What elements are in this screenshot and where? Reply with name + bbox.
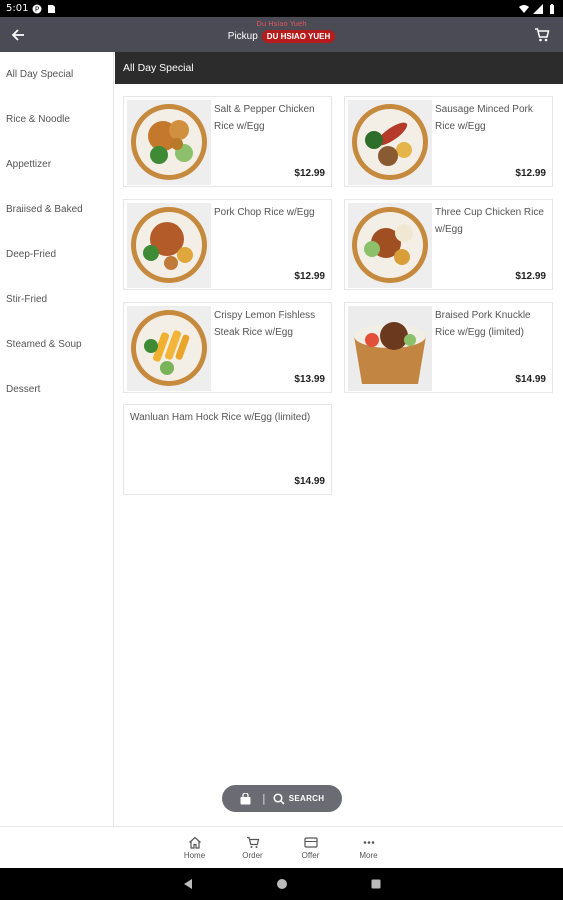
- wifi-icon: [519, 4, 529, 13]
- menu-content: All Day Special Salt & Pepper Chicken Ri…: [115, 52, 563, 826]
- search-pill: | SEARCH: [222, 785, 342, 812]
- app-notification-icon: P: [32, 4, 42, 13]
- shopping-bag-icon: [240, 792, 250, 804]
- store-name-small: Du Hsiao Yueh: [256, 20, 307, 28]
- sd-card-icon: [48, 4, 56, 13]
- cart-button[interactable]: [531, 24, 553, 46]
- sidebar-item-all-day-special[interactable]: All Day Special: [0, 52, 113, 97]
- nav-order[interactable]: Order: [236, 827, 270, 868]
- nav-more-label: More: [359, 851, 378, 860]
- item-name: Wanluan Ham Hock Rice w/Egg (limited): [130, 412, 311, 423]
- battery-icon: [550, 3, 554, 14]
- bag-button[interactable]: [236, 790, 254, 808]
- pill-separator: |: [262, 792, 266, 805]
- nav-home-label: Home: [183, 851, 206, 860]
- item-price: $13.99: [294, 374, 325, 385]
- circle-home-icon: [276, 879, 287, 889]
- signal-icon: [533, 3, 543, 14]
- item-price: $14.99: [294, 476, 325, 487]
- nav-order-label: Order: [242, 851, 263, 860]
- item-name: Sausage Minced Pork Rice w/Egg: [435, 104, 533, 132]
- search-button[interactable]: SEARCH: [273, 792, 325, 805]
- system-back-button[interactable]: [181, 877, 195, 891]
- category-sidebar: All Day Special Rice & Noodle Appettizer…: [0, 52, 114, 826]
- food-photo: [127, 306, 211, 391]
- sidebar-item-steamed-soup[interactable]: Steamed & Soup: [0, 322, 113, 367]
- sidebar-item-stir-fried[interactable]: Stir-Fried: [0, 277, 113, 322]
- triangle-back-icon: [183, 879, 192, 889]
- menu-item-card[interactable]: Three Cup Chicken Rice w/Egg $12.99: [344, 199, 553, 290]
- bottom-nav: Home Order Offer More: [0, 826, 563, 868]
- cart-icon: [535, 28, 550, 42]
- dots-icon: [363, 840, 374, 844]
- square-recents-icon: [371, 879, 380, 889]
- item-price: $14.99: [515, 374, 546, 385]
- svg-text:P: P: [35, 5, 39, 13]
- item-name: Three Cup Chicken Rice w/Egg: [435, 207, 544, 235]
- system-home-button[interactable]: [275, 877, 289, 891]
- menu-item-card[interactable]: Crispy Lemon Fishless Steak Rice w/Egg $…: [123, 302, 332, 393]
- arrow-left-icon: [11, 28, 24, 41]
- item-name: Crispy Lemon Fishless Steak Rice w/Egg: [214, 310, 316, 338]
- menu-item-card[interactable]: Sausage Minced Pork Rice w/Egg $12.99: [344, 96, 553, 187]
- food-photo: [127, 100, 211, 185]
- sidebar-item-braised-baked[interactable]: Braiised & Baked: [0, 187, 113, 232]
- search-label: SEARCH: [288, 794, 325, 803]
- ticket-icon: [303, 836, 318, 848]
- sidebar-item-dessert[interactable]: Dessert: [0, 367, 113, 412]
- menu-item-card[interactable]: Salt & Pepper Chicken Rice w/Egg $12.99: [123, 96, 332, 187]
- item-price: $12.99: [515, 271, 546, 282]
- sidebar-item-rice-noodle[interactable]: Rice & Noodle: [0, 97, 113, 142]
- app-bar: Du Hsiao Yueh Pickup DU HSIAO YUEH: [0, 17, 563, 52]
- back-button[interactable]: [0, 17, 36, 52]
- item-name: Salt & Pepper Chicken Rice w/Egg: [214, 104, 315, 132]
- food-photo: [127, 203, 211, 288]
- nav-more[interactable]: More: [352, 827, 386, 868]
- magnifier-icon: [273, 792, 285, 805]
- home-icon: [188, 836, 201, 849]
- item-price: $12.99: [515, 168, 546, 179]
- sidebar-item-appetizer[interactable]: Appettizer: [0, 142, 113, 187]
- nav-offer[interactable]: Offer: [294, 827, 328, 868]
- nav-offer-label: Offer: [301, 851, 320, 860]
- item-price: $12.99: [294, 168, 325, 179]
- nav-home[interactable]: Home: [178, 827, 212, 868]
- system-recents-button[interactable]: [369, 877, 383, 891]
- food-photo: [348, 100, 432, 185]
- item-name: Pork Chop Rice w/Egg: [214, 207, 315, 218]
- order-mode-label[interactable]: Pickup: [228, 31, 258, 42]
- header-title: Du Hsiao Yueh Pickup DU HSIAO YUEH: [0, 19, 563, 43]
- system-nav-bar: [0, 868, 563, 900]
- status-time: 5:01: [6, 3, 29, 14]
- section-header: All Day Special: [115, 52, 563, 84]
- order-cart-icon: [246, 836, 259, 848]
- status-bar: 5:01 P: [0, 0, 563, 17]
- menu-item-card[interactable]: Wanluan Ham Hock Rice w/Egg (limited) $1…: [123, 404, 332, 495]
- item-price: $12.99: [294, 271, 325, 282]
- sidebar-item-deep-fried[interactable]: Deep-Fried: [0, 232, 113, 277]
- food-photo: [348, 306, 432, 391]
- menu-item-card[interactable]: Pork Chop Rice w/Egg $12.99: [123, 199, 332, 290]
- item-name: Braised Pork Knuckle Rice w/Egg (limited…: [435, 310, 531, 338]
- food-photo: [348, 203, 432, 288]
- menu-item-card[interactable]: Braised Pork Knuckle Rice w/Egg (limited…: [344, 302, 553, 393]
- store-badge[interactable]: DU HSIAO YUEH: [261, 30, 336, 43]
